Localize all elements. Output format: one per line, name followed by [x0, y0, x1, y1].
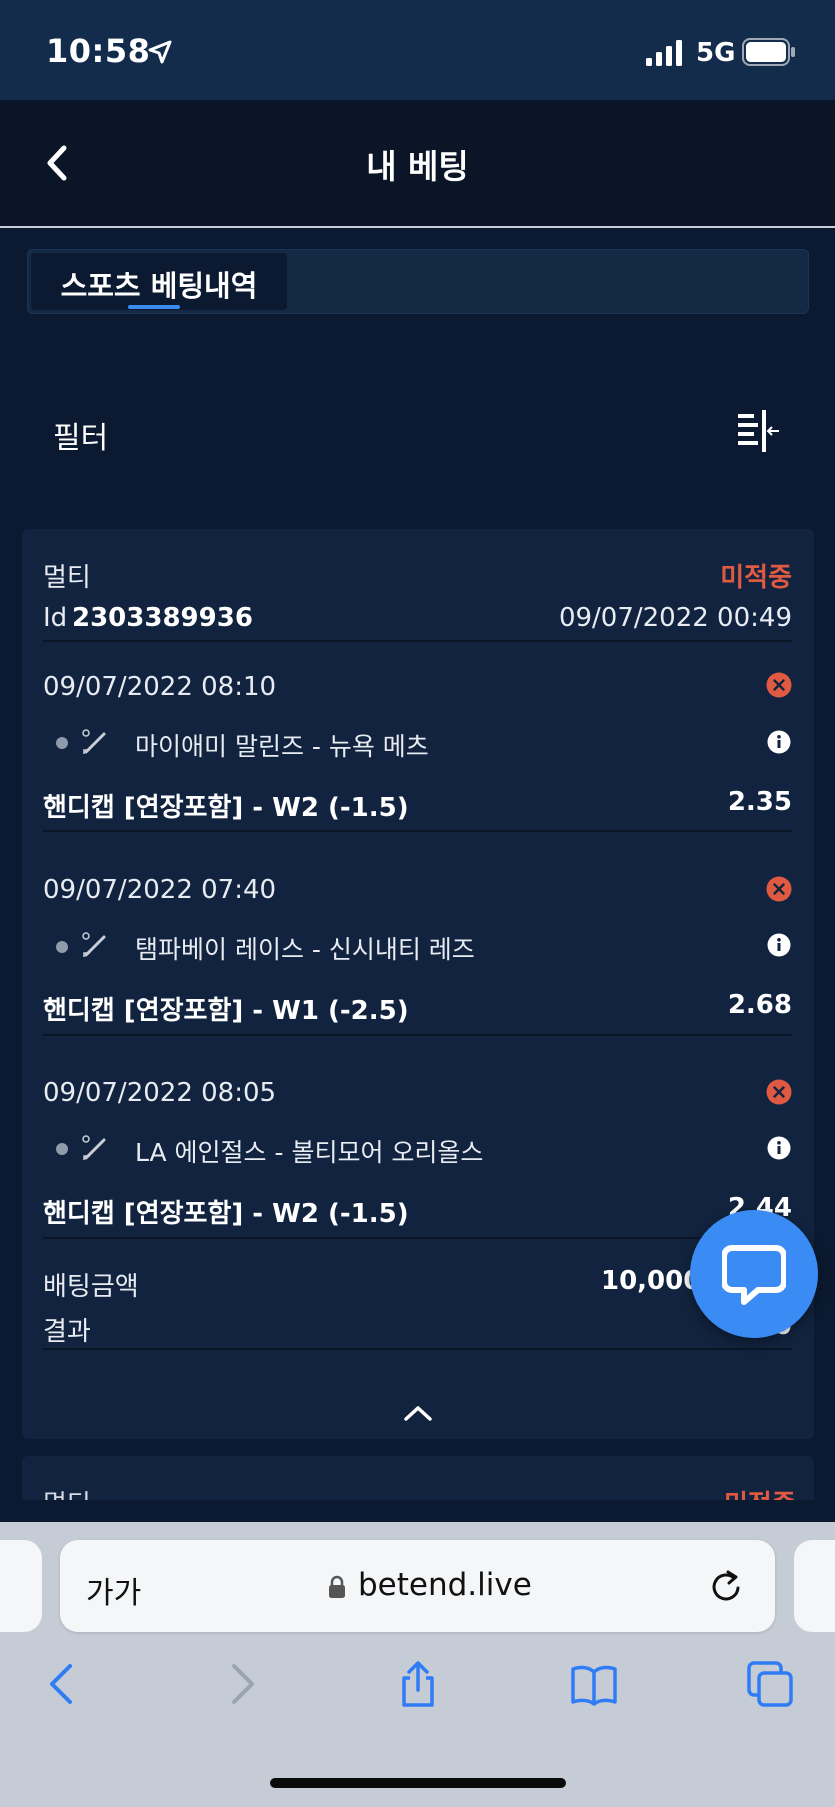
bet-status-badge: 미적중	[720, 563, 792, 593]
collapse-chevron-up-icon[interactable]	[403, 1404, 433, 1422]
browser-back-icon[interactable]	[38, 1660, 86, 1708]
lock-icon	[329, 1575, 345, 1598]
text-size-button[interactable]: 가가	[86, 1568, 141, 1612]
divider	[43, 1034, 792, 1036]
status-time: 10:58	[46, 32, 151, 70]
baseball-icon	[82, 1135, 106, 1160]
network-type: 5G	[696, 38, 736, 68]
divider	[43, 1237, 792, 1239]
selection-time: 09/07/2022 07:40	[43, 875, 277, 905]
bet-id: 2303389936	[72, 603, 253, 633]
stake-label: 배팅금액	[43, 1272, 139, 1302]
baseball-icon	[82, 729, 106, 754]
selection-match: LA 에인절스 - 볼티모어 오리올스	[135, 1138, 484, 1167]
selection-match: 탬파베이 레이스 - 신시내티 레즈	[135, 935, 475, 964]
stake-value: 10,000	[601, 1266, 702, 1296]
live-status-dot	[56, 737, 68, 749]
page-title: 내 베팅	[366, 147, 469, 186]
location-arrow-icon	[148, 40, 172, 64]
selection-time: 09/07/2022 08:10	[43, 672, 277, 702]
url-text: betend.live	[358, 1567, 532, 1603]
filter-label: 필터	[53, 421, 109, 456]
lost-x-icon	[766, 672, 792, 698]
info-icon[interactable]	[767, 1136, 791, 1160]
live-status-dot	[56, 941, 68, 953]
divider	[43, 830, 792, 832]
tab-label: 스포츠 베팅내역	[60, 269, 258, 303]
bet-card	[22, 529, 814, 1439]
cellular-signal-icon	[646, 40, 682, 66]
bookmarks-icon[interactable]	[570, 1660, 618, 1708]
info-icon[interactable]	[767, 730, 791, 754]
lost-x-icon	[766, 876, 792, 902]
selection-market: 핸디캡 [연장포함] - W2 (-1.5)	[43, 1199, 409, 1229]
divider	[43, 640, 792, 642]
divider	[43, 1348, 792, 1350]
selection-market: 핸디캡 [연장포함] - W2 (-1.5)	[43, 793, 409, 823]
page-bottom-edge	[0, 1500, 835, 1522]
reload-icon[interactable]	[708, 1568, 744, 1606]
active-tab-indicator	[128, 305, 180, 309]
selection-time: 09/07/2022 08:05	[43, 1078, 277, 1108]
browser-forward-icon[interactable]	[218, 1660, 266, 1708]
previous-browser-tab[interactable]	[0, 1540, 42, 1632]
info-icon[interactable]	[767, 933, 791, 957]
chat-bubble-icon	[722, 1245, 786, 1305]
bet-placed-date: 09/07/2022 00:49	[558, 603, 792, 633]
share-icon[interactable]	[394, 1660, 442, 1708]
bet-type: 멀티	[43, 563, 91, 593]
selection-odds: 2.35	[727, 787, 792, 817]
battery-icon	[742, 38, 795, 66]
baseball-icon	[82, 932, 106, 957]
next-browser-tab[interactable]	[794, 1540, 835, 1632]
live-status-dot	[56, 1143, 68, 1155]
bet-id-label: Id	[43, 603, 68, 633]
tabs-icon[interactable]	[746, 1660, 794, 1708]
lost-x-icon	[766, 1079, 792, 1105]
filter-toggle-icon[interactable]	[736, 410, 780, 452]
selection-odds: 2.68	[727, 990, 792, 1020]
next-bet-card	[22, 1456, 814, 1501]
result-label: 결과	[43, 1317, 91, 1347]
selection-match: 마이애미 말린즈 - 뉴욕 메츠	[135, 732, 429, 761]
selection-market: 핸디캡 [연장포함] - W1 (-2.5)	[43, 996, 409, 1026]
home-indicator	[270, 1778, 566, 1788]
